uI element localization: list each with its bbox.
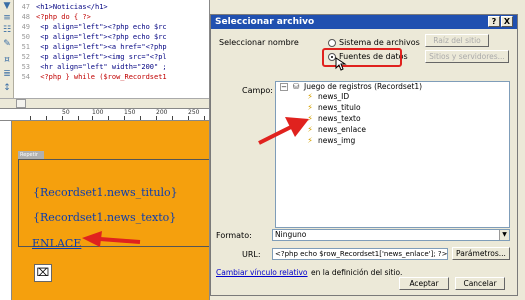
dialog-title: Seleccionar archivo — [211, 15, 517, 29]
code-line: 49 <p align="left"><?php echo $rc — [21, 23, 167, 31]
code-editor: ▼ ≡ ☷ ✎ ¤ ≣ ↕ 47 <h1>Noticias</h1> 48 <?ph… — [0, 0, 210, 300]
code-line: 52 <p align="left"><img src="<?pl — [21, 53, 167, 61]
horizontal-ruler: 50 100 150 200 250 — [0, 108, 209, 121]
site-root-button[interactable]: Raíz del sitio — [425, 34, 489, 47]
enlace-link[interactable]: ENLACE — [32, 237, 81, 250]
sites-servers-button[interactable]: Sitios y servidores... — [425, 50, 509, 63]
url-input[interactable]: <?php echo $row_Recordset1['news_enlace'… — [272, 248, 448, 260]
chevron-down-icon[interactable]: ▼ — [499, 230, 509, 240]
field-tree[interactable]: − ⛁ Juego de registros (Recordset1) ⚡ news… — [275, 81, 510, 228]
radio-filesystem-label[interactable]: Sistema de archivos — [339, 38, 420, 47]
code-line: 48 <?php do { ?> — [21, 13, 91, 21]
field-news-titulo[interactable]: {Recordset1.news_titulo} — [33, 186, 178, 199]
code-area[interactable]: 47 <h1>Noticias</h1> 48 <?php do { ?> 49 <… — [14, 0, 209, 108]
select-file-dialog: Seleccionar archivo ? X Seleccionar nomb… — [210, 14, 518, 296]
horizontal-scrollbar[interactable] — [0, 98, 209, 108]
tree-root-label: Juego de registros (Recordset1) — [304, 82, 423, 91]
repeat-region-tag: Repetir — [18, 151, 44, 159]
change-relative-text: en la definición del sitio. — [311, 268, 403, 277]
scroll-left-icon[interactable] — [16, 99, 26, 108]
vertical-ruler — [0, 121, 12, 300]
ruler-tick: 150 — [124, 109, 136, 116]
toolbar-icon[interactable]: ✎ — [2, 40, 12, 49]
code-line: 50 <p align="left"><?php echo $rc — [21, 33, 167, 41]
change-relative-link[interactable]: Cambiar vínculo relativo — [216, 268, 308, 277]
toolbar-icon[interactable]: ≣ — [2, 70, 12, 79]
tree-item[interactable]: ⚡ news_img — [306, 136, 355, 146]
annotation-arrow-enlace-field — [258, 117, 309, 145]
tree-root[interactable]: ⛁ Juego de registros (Recordset1) — [292, 82, 422, 92]
toolbar-icon[interactable]: ☷ — [2, 26, 12, 35]
lightning-icon: ⚡ — [307, 92, 313, 101]
field-news-texto[interactable]: {Recordset1.news_texto} — [33, 211, 176, 224]
campo-label: Campo: — [242, 86, 273, 95]
code-line: 54 <?php } while ($row_Recordset1 — [21, 73, 167, 81]
code-line: 47 <h1>Noticias</h1> — [21, 3, 108, 11]
ruler-tick: 200 — [156, 109, 168, 116]
toolbar-icon[interactable]: ↕ — [2, 84, 12, 93]
highlight-box — [322, 48, 402, 67]
mouse-cursor-icon — [335, 57, 347, 71]
code-toolbar: ▼ ≡ ☷ ✎ ¤ ≣ ↕ — [0, 0, 14, 108]
ruler-tick: 250 — [188, 109, 200, 116]
lightning-icon: ⚡ — [307, 103, 313, 112]
toolbar-icon[interactable]: ▼ — [2, 2, 12, 11]
collapse-icon[interactable]: − — [280, 83, 288, 91]
help-button[interactable]: ? — [488, 16, 500, 27]
parameters-button[interactable]: Parámetros... — [452, 247, 510, 260]
formato-label: Formato: — [216, 231, 252, 240]
image-placeholder-icon[interactable]: ⌧ — [34, 264, 52, 282]
radio-filesystem[interactable] — [328, 39, 336, 47]
cancel-button[interactable]: Cancelar — [455, 277, 505, 290]
toolbar-icon[interactable]: ¤ — [2, 56, 12, 65]
ruler-tick: 100 — [92, 109, 104, 116]
tree-item-selected[interactable]: ⚡ news_enlace — [306, 125, 510, 135]
tree-item[interactable]: ⚡ news_ID — [306, 92, 349, 102]
accept-button[interactable]: Aceptar — [399, 277, 449, 290]
url-label: URL: — [242, 250, 261, 259]
tree-item[interactable]: ⚡ news_titulo — [306, 103, 360, 113]
ruler-tick: 50 — [62, 109, 70, 116]
database-icon: ⛁ — [292, 82, 300, 91]
formato-select[interactable]: Ninguno ▼ — [272, 229, 510, 241]
tree-item[interactable]: ⚡ news_texto — [306, 114, 360, 124]
annotation-arrow-enlace — [82, 231, 141, 247]
close-button[interactable]: X — [501, 16, 513, 27]
code-line: 53 <hr align="left" width="200" ; — [21, 63, 167, 71]
select-name-label: Seleccionar nombre — [219, 38, 299, 47]
code-line: 51 <p align="left"><a href="<?php — [21, 43, 167, 51]
toolbar-icon[interactable]: ≡ — [2, 14, 12, 23]
